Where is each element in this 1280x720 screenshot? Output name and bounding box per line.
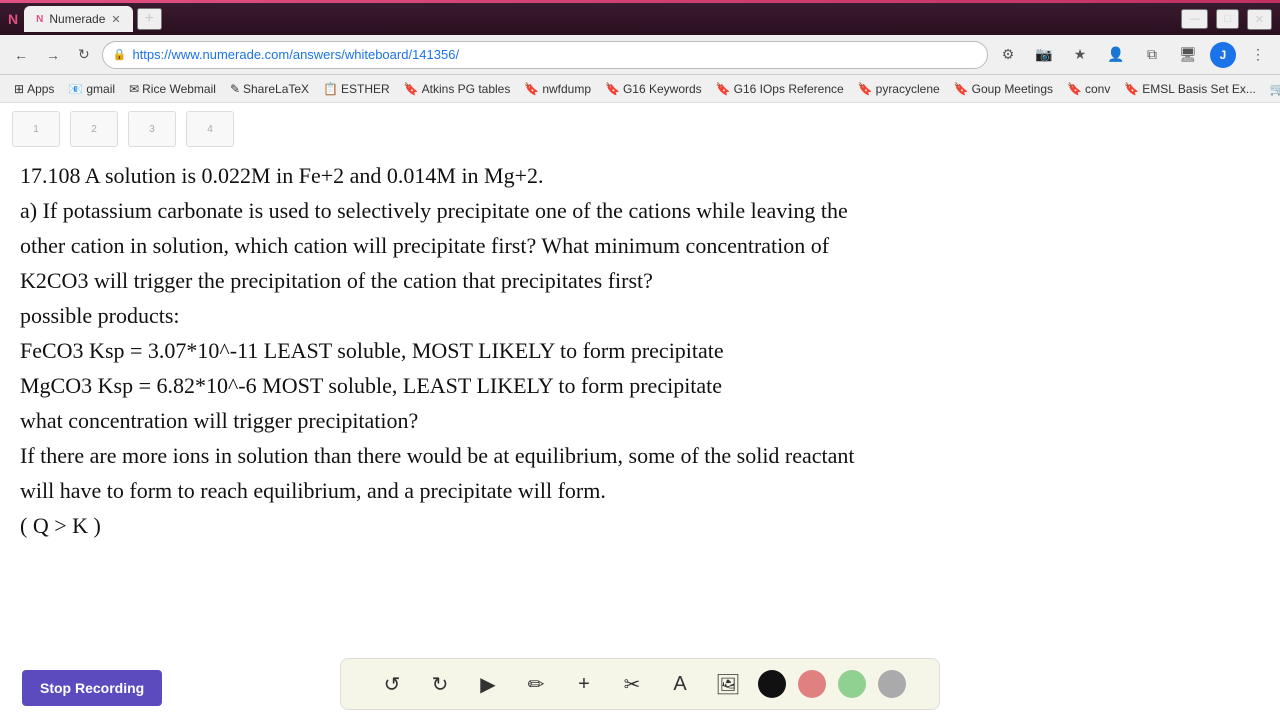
browser-logo: N <box>8 11 18 27</box>
menu-button[interactable]: ⋮ <box>1244 41 1272 69</box>
back-button[interactable]: ← <box>8 43 34 67</box>
content-line-5: possible products: <box>20 299 1260 332</box>
color-gray[interactable] <box>878 670 906 698</box>
color-pink[interactable] <box>798 670 826 698</box>
browser-window: N N Numerade ✕ + — □ ✕ ← → ↻ 🔒 https://w… <box>0 0 1280 720</box>
tab-close-button[interactable]: ✕ <box>111 13 120 26</box>
bookmark-gmail[interactable]: 📧 gmail <box>62 80 121 98</box>
tab-area: N Numerade ✕ + <box>24 6 162 32</box>
content-line-2: a) If potassium carbonate is used to sel… <box>20 194 1260 227</box>
thumbnail-1[interactable]: 1 <box>12 111 60 147</box>
new-tab-button[interactable]: + <box>137 8 162 30</box>
tab-label: Numerade <box>49 12 105 26</box>
eraser-button[interactable]: ✂ <box>614 666 650 702</box>
content-line-9: If there are more ions in solution than … <box>20 439 1260 472</box>
content-line-11: ( Q > K ) <box>20 509 1260 542</box>
content-line-6: FeCO3 Ksp = 3.07*10^-11 LEAST soluble, M… <box>20 334 1260 367</box>
monitor-button[interactable]: 🖥 <box>1174 41 1202 69</box>
nav-bar: ← → ↻ 🔒 https://www.numerade.com/answers… <box>0 35 1280 75</box>
content-line-1: 17.108 A solution is 0.022M in Fe+2 and … <box>20 159 1260 192</box>
page-content: 1 2 3 4 17.108 A solution is 0.022M in F… <box>0 103 1280 720</box>
bookmark-atkins[interactable]: 🔖 Atkins PG tables <box>398 80 517 98</box>
refresh-button[interactable]: ↻ <box>72 42 96 67</box>
bookmark-sharelatex[interactable]: ✎ ShareLaTeX <box>224 80 315 98</box>
pen-tool-button[interactable]: ✏ <box>518 666 554 702</box>
content-line-7: MgCO3 Ksp = 6.82*10^-6 MOST soluble, LEA… <box>20 369 1260 402</box>
thumbnails-row: 1 2 3 4 <box>0 103 1280 155</box>
bookmark-amazon[interactable]: 🛒 Amazon <box>1264 80 1280 98</box>
bookmark-emsl[interactable]: 🔖 EMSL Basis Set Ex... <box>1118 80 1262 98</box>
bookmark-g16-keywords[interactable]: 🔖 G16 Keywords <box>599 80 708 98</box>
whiteboard-content: 17.108 A solution is 0.022M in Fe+2 and … <box>0 155 1280 624</box>
image-button[interactable]: 🖼 <box>710 666 746 702</box>
bookmark-goup[interactable]: 🔖 Goup Meetings <box>948 80 1059 98</box>
text-tool-button[interactable]: A <box>662 666 698 702</box>
color-green[interactable] <box>838 670 866 698</box>
maximize-button[interactable]: □ <box>1216 9 1239 29</box>
title-bar: N N Numerade ✕ + — □ ✕ <box>0 3 1280 35</box>
bookmark-pyracyclene[interactable]: 🔖 pyracyclene <box>852 80 946 98</box>
close-button[interactable]: ✕ <box>1247 9 1272 30</box>
nav-right-buttons: ⚙ 📷 ★ 👤 ⧉ 🖥 J ⋮ <box>994 41 1272 69</box>
add-button[interactable]: + <box>566 666 602 702</box>
bookmark-nwfdump[interactable]: 🔖 nwfdump <box>518 80 597 98</box>
extensions2-button[interactable]: ⧉ <box>1138 41 1166 69</box>
bookmark-conv[interactable]: 🔖 conv <box>1061 80 1116 98</box>
content-line-4: K2CO3 will trigger the precipitation of … <box>20 264 1260 297</box>
bookmark-g16-iops[interactable]: 🔖 G16 IOps Reference <box>710 80 850 98</box>
extensions-button[interactable]: ⚙ <box>994 41 1022 69</box>
bookmark-apps[interactable]: ⊞ Apps <box>8 80 60 98</box>
title-bar-right: — □ ✕ <box>1181 9 1272 30</box>
thumbnail-2[interactable]: 2 <box>70 111 118 147</box>
bookmarks-bar: ⊞ Apps 📧 gmail ✉ Rice Webmail ✎ ShareLaT… <box>0 75 1280 103</box>
bookmark-rice-webmail[interactable]: ✉ Rice Webmail <box>123 80 222 98</box>
url-text: https://www.numerade.com/answers/whitebo… <box>132 47 977 62</box>
account-button[interactable]: 👤 <box>1102 41 1130 69</box>
title-bar-left: N N Numerade ✕ + <box>8 6 1173 32</box>
thumbnail-4[interactable]: 4 <box>186 111 234 147</box>
select-tool-button[interactable]: ▶ <box>470 666 506 702</box>
profile-avatar[interactable]: J <box>1210 42 1236 68</box>
address-bar[interactable]: 🔒 https://www.numerade.com/answers/white… <box>102 41 988 69</box>
thumbnail-3[interactable]: 3 <box>128 111 176 147</box>
lock-icon: 🔒 <box>113 48 127 61</box>
undo-button[interactable]: ↺ <box>374 666 410 702</box>
bookmark-esther[interactable]: 📋 ESTHER <box>317 80 396 98</box>
minimize-button[interactable]: — <box>1181 9 1208 29</box>
content-line-10: will have to form to reach equilibrium, … <box>20 474 1260 507</box>
camera-button[interactable]: 📷 <box>1030 41 1058 69</box>
content-line-3: other cation in solution, which cation w… <box>20 229 1260 262</box>
color-black[interactable] <box>758 670 786 698</box>
tab-favicon: N <box>36 14 43 25</box>
content-line-8: what concentration will trigger precipit… <box>20 404 1260 437</box>
redo-button[interactable]: ↻ <box>422 666 458 702</box>
stop-recording-button[interactable]: Stop Recording <box>22 670 162 706</box>
drawing-toolbar: ↺ ↻ ▶ ✏ + ✂ A 🖼 <box>340 658 940 710</box>
bookmark-button[interactable]: ★ <box>1066 41 1094 69</box>
browser-tab[interactable]: N Numerade ✕ <box>24 6 132 32</box>
forward-button[interactable]: → <box>40 43 66 67</box>
